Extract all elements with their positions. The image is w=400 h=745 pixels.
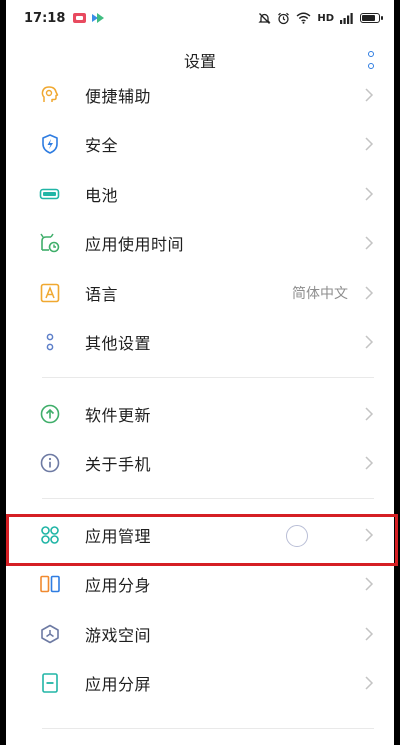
signal-icon [340, 12, 354, 24]
settings-item-label: 关于手机 [85, 455, 152, 475]
more-dot-icon [368, 63, 374, 69]
settings-item-label: 安全 [85, 136, 119, 156]
current-language-value: 简体中文 [292, 285, 348, 302]
chevron-right-icon [365, 187, 374, 201]
status-icons: HD [258, 12, 383, 25]
settings-item-split-screen[interactable]: 应用分屏 [6, 659, 394, 709]
update-icon [39, 403, 61, 425]
section-divider [42, 377, 374, 378]
settings-item-app-usage-time[interactable]: 应用使用时间 [6, 219, 394, 269]
settings-item-label: 软件更新 [85, 405, 152, 425]
chevron-right-icon [365, 286, 374, 300]
game-space-icon [39, 623, 61, 645]
settings-item-label: 游戏空间 [85, 625, 152, 645]
settings-item-app-management[interactable]: 应用管理 [6, 510, 394, 560]
chevron-right-icon [365, 577, 374, 591]
battery-icon [39, 183, 61, 205]
settings-item-security[interactable]: 安全 [6, 120, 394, 170]
settings-screen: 17:18 HD 设置 便捷辅助 安全 电池 应用使用时间 语言 简体中文 其他… [6, 0, 394, 745]
language-icon [39, 282, 61, 304]
settings-item-label: 应用使用时间 [85, 235, 185, 255]
settings-item-label: 语言 [85, 284, 119, 304]
settings-item-accessibility[interactable]: 便捷辅助 [6, 70, 394, 120]
chevron-right-icon [365, 137, 374, 151]
wifi-icon [296, 12, 311, 24]
settings-item-app-clone[interactable]: 应用分身 [6, 560, 394, 610]
chevron-right-icon [365, 88, 374, 102]
settings-item-label: 电池 [85, 185, 119, 205]
section-divider [42, 498, 374, 499]
app-grid-icon [39, 524, 61, 546]
network-type: HD [317, 12, 334, 24]
settings-item-battery[interactable]: 电池 [6, 169, 394, 219]
chevron-right-icon [365, 456, 374, 470]
dots-icon [39, 331, 61, 353]
chevron-right-icon [365, 407, 374, 421]
settings-item-label: 应用管理 [85, 526, 152, 546]
page-title: 设置 [183, 52, 216, 71]
notification-app-icon [73, 13, 87, 23]
app-timer-icon [39, 232, 61, 254]
settings-item-game-space[interactable]: 游戏空间 [6, 609, 394, 659]
settings-item-label: 便捷辅助 [85, 86, 152, 106]
more-dot-icon [368, 51, 374, 57]
info-icon [39, 452, 61, 474]
settings-item-language[interactable]: 语言 简体中文 [6, 268, 394, 318]
settings-item-about-phone[interactable]: 关于手机 [6, 439, 394, 489]
head-bulb-icon [39, 84, 61, 106]
chevron-right-icon [365, 528, 374, 542]
phone-frame: 17:18 HD 设置 便捷辅助 安全 电池 应用使用时间 语言 简体中文 其他… [0, 0, 400, 745]
chevron-right-icon [365, 676, 374, 690]
status-time: 17:18 [24, 10, 66, 26]
shield-icon [39, 133, 61, 155]
split-screen-icon [39, 672, 61, 694]
app-clone-icon [39, 573, 61, 595]
settings-item-label: 其他设置 [85, 334, 152, 354]
settings-item-software-update[interactable]: 软件更新 [6, 389, 394, 439]
settings-item-label: 应用分屏 [85, 675, 152, 695]
chevron-right-icon [365, 335, 374, 349]
chevron-right-icon [365, 236, 374, 250]
more-options-button[interactable] [366, 51, 376, 69]
battery-status-icon [360, 13, 383, 23]
alarm-icon [277, 12, 290, 25]
settings-item-label: 应用分身 [85, 576, 152, 596]
status-bar: 17:18 HD [6, 0, 394, 36]
notification-app-icon-2 [91, 12, 105, 24]
settings-item-other-settings[interactable]: 其他设置 [6, 318, 394, 368]
section-divider [42, 728, 374, 729]
settings-list: 便捷辅助 安全 电池 应用使用时间 语言 简体中文 其他设置 软件更新 关于手机… [6, 70, 394, 708]
mute-bell-icon [258, 12, 271, 25]
chevron-right-icon [365, 627, 374, 641]
